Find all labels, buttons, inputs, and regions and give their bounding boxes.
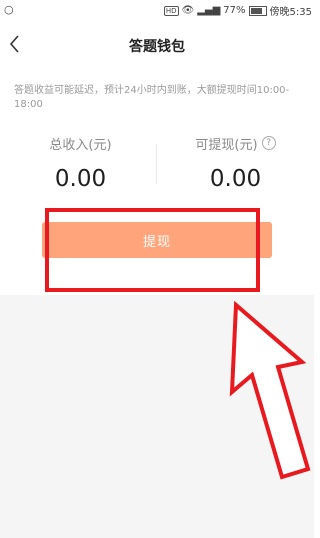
hd-badge: HD xyxy=(163,5,179,16)
total-income-card: 总收入(元) 0.00 xyxy=(2,134,159,193)
notice-text: 答题收益可能延迟，预计24小时内到账，大额提现时间10:00-18:00 xyxy=(14,85,290,110)
withdrawable-card: 可提现(元) ? 0.00 xyxy=(157,134,314,192)
balance-summary: 总收入(元) 0.00 可提现(元) ? 0.00 xyxy=(0,134,314,196)
total-income-value: 0.00 xyxy=(54,166,107,192)
battery-icon xyxy=(248,5,267,16)
nav-bar: 答题钱包 xyxy=(0,20,314,68)
notification-icon: ○ xyxy=(4,3,14,16)
withdraw-button[interactable]: 提现 xyxy=(42,222,272,258)
arrow-up-left-icon xyxy=(229,300,311,480)
signal-icon: ▂▄▆ xyxy=(197,5,221,16)
total-income-label: 总收入(元) xyxy=(49,137,112,153)
withdrawable-value: 0.00 xyxy=(209,166,262,192)
status-time: 傍晚5:35 xyxy=(269,7,312,18)
battery-percent: 77% xyxy=(223,5,246,16)
withdrawable-label: 可提现(元) xyxy=(195,137,258,153)
question-circle-icon[interactable]: ? xyxy=(261,136,276,150)
status-bar: ○ HD 👁 ▂▄▆ 77% 傍晚5:35 xyxy=(0,0,314,20)
page-title: 答题钱包 xyxy=(129,39,185,55)
eye-icon: 👁 xyxy=(181,5,195,16)
status-indicators: HD 👁 ▂▄▆ 77% 傍晚5:35 xyxy=(163,3,312,18)
